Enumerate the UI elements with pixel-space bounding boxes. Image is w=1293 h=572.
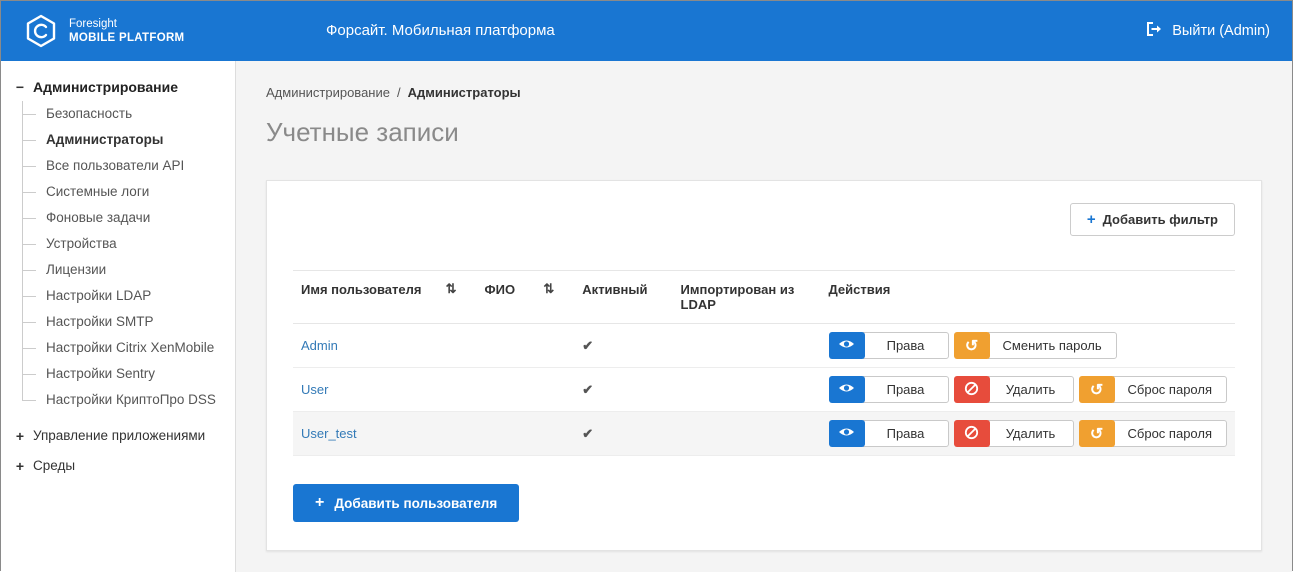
add-user-label: Добавить пользователя bbox=[334, 496, 497, 511]
table-row-user-test: User_test ✔ Права bbox=[293, 412, 1235, 456]
fio-cell bbox=[477, 368, 575, 412]
column-header-username: Имя пользователя ⇅ bbox=[293, 271, 477, 324]
user-link[interactable]: Admin bbox=[301, 338, 338, 353]
reset-password-button[interactable]: Сброс пароля bbox=[1113, 420, 1227, 447]
logout-icon bbox=[1145, 20, 1163, 42]
breadcrumb-separator: / bbox=[397, 85, 401, 100]
sidebar-tree: Безопасность Администраторы Все пользова… bbox=[15, 101, 227, 413]
view-button[interactable] bbox=[829, 420, 865, 447]
ldap-cell bbox=[673, 412, 821, 456]
sidebar-item-administrators[interactable]: Администраторы bbox=[22, 127, 227, 153]
reset-password-icon-button[interactable]: ↺ bbox=[1079, 376, 1115, 403]
sidebar-item-ldap-settings[interactable]: Настройки LDAP bbox=[22, 283, 227, 309]
sidebar-section-app-management[interactable]: + Управление приложениями bbox=[15, 423, 227, 449]
table-row-admin: Admin ✔ Права bbox=[293, 324, 1235, 368]
column-header-active: Активный bbox=[574, 271, 672, 324]
ldap-cell bbox=[673, 368, 821, 412]
sidebar-item-system-logs[interactable]: Системные логи bbox=[22, 179, 227, 205]
expand-icon[interactable]: + bbox=[15, 453, 25, 479]
column-header-fio: ФИО ⇅ bbox=[477, 271, 575, 324]
add-user-button[interactable]: + Добавить пользователя bbox=[293, 484, 519, 522]
logo-title: Foresight bbox=[69, 17, 184, 31]
sidebar-item-cryptopro-settings[interactable]: Настройки КриптоПро DSS bbox=[22, 387, 227, 413]
delete-button[interactable]: Удалить bbox=[988, 376, 1074, 403]
sidebar-item-licenses[interactable]: Лицензии bbox=[22, 257, 227, 283]
eye-icon bbox=[838, 338, 855, 353]
plus-icon: + bbox=[315, 495, 324, 511]
sidebar-item-sentry-settings[interactable]: Настройки Sentry bbox=[22, 361, 227, 387]
reset-icon: ↺ bbox=[965, 336, 978, 356]
breadcrumb-current: Администраторы bbox=[408, 85, 521, 100]
page-title: Учетные записи bbox=[266, 117, 1262, 148]
block-icon-button[interactable] bbox=[954, 420, 990, 447]
rights-button[interactable]: Права bbox=[863, 332, 949, 359]
ldap-cell bbox=[673, 324, 821, 368]
add-filter-button[interactable]: + Добавить фильтр bbox=[1070, 203, 1235, 236]
app-title: Форсайт. Мобильная платформа bbox=[326, 22, 555, 39]
fio-cell bbox=[477, 324, 575, 368]
sidebar-item-security[interactable]: Безопасность bbox=[22, 101, 227, 127]
active-check-icon: ✔ bbox=[582, 382, 593, 397]
accounts-card: + Добавить фильтр Имя пользователя ⇅ bbox=[266, 180, 1262, 551]
block-icon bbox=[964, 425, 979, 443]
sidebar-section-label: Среды bbox=[33, 453, 75, 479]
sort-icon-fio[interactable]: ⇅ bbox=[543, 281, 554, 297]
reset-icon: ↺ bbox=[1090, 380, 1103, 400]
reset-icon: ↺ bbox=[1090, 424, 1103, 444]
view-button[interactable] bbox=[829, 376, 865, 403]
block-icon-button[interactable] bbox=[954, 376, 990, 403]
view-button[interactable] bbox=[829, 332, 865, 359]
expand-icon[interactable]: + bbox=[15, 423, 25, 449]
logout-label: Выйти (Admin) bbox=[1172, 23, 1270, 39]
active-check-icon: ✔ bbox=[582, 426, 593, 441]
sidebar-section-administration[interactable]: − Администрирование bbox=[15, 75, 227, 99]
sidebar: − Администрирование Безопасность Админис… bbox=[1, 61, 236, 572]
change-password-button[interactable]: Сменить пароль bbox=[988, 332, 1117, 359]
user-link[interactable]: User bbox=[301, 382, 328, 397]
rights-button[interactable]: Права bbox=[863, 376, 949, 403]
sort-icon-username[interactable]: ⇅ bbox=[446, 281, 457, 297]
accounts-table: Имя пользователя ⇅ ФИО ⇅ Активный Импорт… bbox=[293, 270, 1235, 456]
breadcrumb-parent[interactable]: Администрирование bbox=[266, 85, 390, 100]
sidebar-item-devices[interactable]: Устройства bbox=[22, 231, 227, 257]
table-row-user: User ✔ Права bbox=[293, 368, 1235, 412]
active-check-icon: ✔ bbox=[582, 338, 593, 353]
block-icon bbox=[964, 381, 979, 399]
breadcrumb: Администрирование / Администраторы bbox=[266, 85, 1262, 100]
main-content: Администрирование / Администраторы Учетн… bbox=[236, 61, 1292, 572]
eye-icon bbox=[838, 382, 855, 397]
add-filter-label: Добавить фильтр bbox=[1103, 212, 1218, 227]
plus-icon: + bbox=[1087, 212, 1096, 227]
reset-password-icon-button[interactable]: ↺ bbox=[1079, 420, 1115, 447]
user-link[interactable]: User_test bbox=[301, 426, 357, 441]
logout-button[interactable]: Выйти (Admin) bbox=[1145, 20, 1270, 42]
reset-password-icon-button[interactable]: ↺ bbox=[954, 332, 990, 359]
rights-button[interactable]: Права bbox=[863, 420, 949, 447]
collapse-icon[interactable]: − bbox=[15, 75, 25, 99]
logo: Foresight MOBILE PLATFORM bbox=[23, 13, 184, 49]
reset-password-button[interactable]: Сброс пароля bbox=[1113, 376, 1227, 403]
foresight-logo-icon bbox=[23, 13, 59, 49]
logo-subtitle: MOBILE PLATFORM bbox=[69, 31, 184, 45]
sidebar-section-label: Управление приложениями bbox=[33, 423, 205, 449]
column-header-actions: Действия bbox=[821, 271, 1235, 324]
app-header: Foresight MOBILE PLATFORM Форсайт. Мобил… bbox=[1, 1, 1292, 61]
delete-button[interactable]: Удалить bbox=[988, 420, 1074, 447]
sidebar-item-citrix-settings[interactable]: Настройки Citrix XenMobile bbox=[22, 335, 227, 361]
sidebar-item-smtp-settings[interactable]: Настройки SMTP bbox=[22, 309, 227, 335]
sidebar-item-api-users[interactable]: Все пользователи API bbox=[22, 153, 227, 179]
eye-icon bbox=[838, 426, 855, 441]
sidebar-section-environments[interactable]: + Среды bbox=[15, 453, 227, 479]
sidebar-section-label: Администрирование bbox=[33, 75, 178, 99]
sidebar-item-background-tasks[interactable]: Фоновые задачи bbox=[22, 205, 227, 231]
column-header-ldap: Импортирован из LDAP bbox=[673, 271, 821, 324]
fio-cell bbox=[477, 412, 575, 456]
